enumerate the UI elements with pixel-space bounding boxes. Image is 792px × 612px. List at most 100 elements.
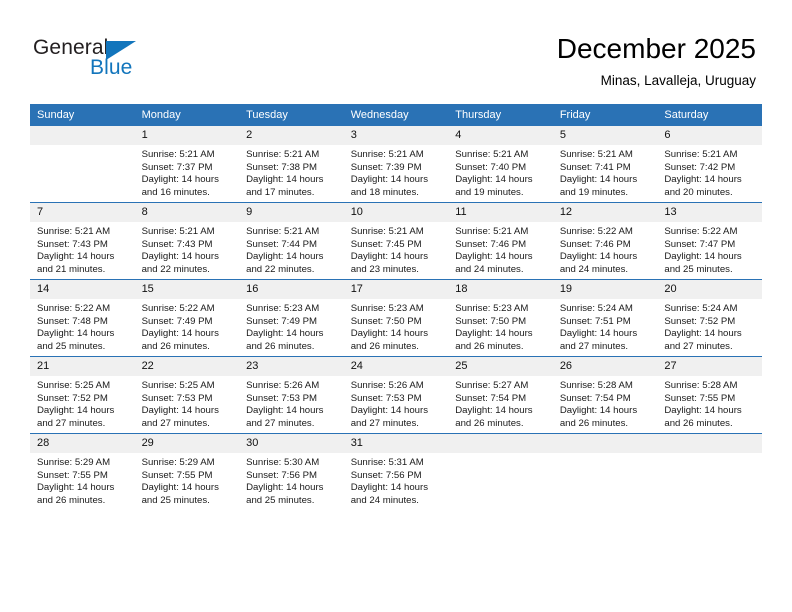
day-number: 26 [552,357,658,376]
calendar-day-cell[interactable]: 21 Sunrise: 5:25 AM Sunset: 7:52 PM Dayli… [30,356,135,434]
calendar-header-row: Sunday Monday Tuesday Wednesday Thursday Frid… [30,104,762,126]
weekday-header-thursday: Thursday [448,104,553,126]
calendar-day-cell[interactable]: 19 Sunrise: 5:24 AM Sunset: 7:51 PM Dayli… [552,279,658,357]
calendar-day-cell[interactable]: 11 Sunrise: 5:21 AM Sunset: 7:46 PM Dayli… [448,202,553,280]
day-number: 29 [134,434,240,453]
day-sun-details: Sunrise: 5:21 AM Sunset: 7:39 PM Dayligh… [350,149,429,198]
calendar-week-row: 21 Sunrise: 5:25 AM Sunset: 7:52 PM Dayli… [30,356,762,434]
calendar-day-cell[interactable]: 24 Sunrise: 5:26 AM Sunset: 7:53 PM Dayli… [343,356,449,434]
calendar-day-cell[interactable]: 12 Sunrise: 5:22 AM Sunset: 7:46 PM Dayli… [552,202,658,280]
day-number: 13 [657,203,762,222]
calendar-day-cell[interactable]: 28 Sunrise: 5:29 AM Sunset: 7:55 PM Dayli… [30,433,135,510]
day-sun-details: Sunrise: 5:21 AM Sunset: 7:41 PM Dayligh… [559,149,638,198]
page-title: December 2025 [556,33,756,64]
day-number: 2 [239,126,344,145]
calendar-day-cell[interactable]: 3 Sunrise: 5:21 AM Sunset: 7:39 PM Daylig… [343,126,449,203]
day-number: 23 [239,357,344,376]
day-number: 9 [239,203,344,222]
day-sun-details: Sunrise: 5:21 AM Sunset: 7:45 PM Dayligh… [350,226,429,275]
calendar-day-cell[interactable]: 15 Sunrise: 5:22 AM Sunset: 7:49 PM Dayli… [134,279,240,357]
calendar-day-cell[interactable]: 2 Sunrise: 5:21 AM Sunset: 7:38 PM Daylig… [239,126,344,203]
calendar-day-cell[interactable]: 1 Sunrise: 5:21 AM Sunset: 7:37 PM Daylig… [134,126,240,203]
calendar-grid: Sunday Monday Tuesday Wednesday Thursday Frid… [30,104,762,510]
day-sun-details: Sunrise: 5:28 AM Sunset: 7:54 PM Dayligh… [559,380,638,429]
calendar-day-cell[interactable]: 25 Sunrise: 5:27 AM Sunset: 7:54 PM Dayli… [448,356,553,434]
title-block: December 2025 Minas, Lavalleja, Uruguay [557,32,756,90]
calendar-day-cell[interactable]: 22 Sunrise: 5:25 AM Sunset: 7:53 PM Dayli… [134,356,240,434]
day-sun-details: Sunrise: 5:24 AM Sunset: 7:51 PM Dayligh… [559,303,638,352]
day-sun-details: Sunrise: 5:21 AM Sunset: 7:43 PM Dayligh… [37,226,115,275]
calendar-day-cell[interactable]: 9 Sunrise: 5:21 AM Sunset: 7:44 PM Daylig… [239,202,344,280]
day-sun-details: Sunrise: 5:23 AM Sunset: 7:50 PM Dayligh… [455,303,533,352]
calendar-day-cell[interactable]: 7 Sunrise: 5:21 AM Sunset: 7:43 PM Daylig… [30,202,135,280]
day-sun-details: Sunrise: 5:21 AM Sunset: 7:43 PM Dayligh… [141,226,219,275]
general-blue-logo[interactable]: General Blue [33,36,183,86]
day-number: 10 [343,203,449,222]
day-sun-details: Sunrise: 5:30 AM Sunset: 7:56 PM Dayligh… [246,457,324,506]
day-number: 20 [657,280,762,299]
day-sun-details: Sunrise: 5:28 AM Sunset: 7:55 PM Dayligh… [664,380,742,429]
day-number: 21 [30,357,135,376]
day-sun-details [30,145,135,149]
day-number: 8 [134,203,240,222]
weekday-header-monday: Monday [134,104,240,126]
day-number: 5 [552,126,658,145]
weekday-header-wednesday: Wednesday [343,104,449,126]
calendar-day-cell[interactable]: 13 Sunrise: 5:22 AM Sunset: 7:47 PM Dayli… [657,202,762,280]
day-sun-details: Sunrise: 5:21 AM Sunset: 7:46 PM Dayligh… [455,226,533,275]
day-number: 31 [343,434,449,453]
calendar-day-cell[interactable]: 16 Sunrise: 5:23 AM Sunset: 7:49 PM Dayli… [239,279,344,357]
day-sun-details: Sunrise: 5:23 AM Sunset: 7:49 PM Dayligh… [246,303,324,352]
calendar-day-cell[interactable]: 29 Sunrise: 5:29 AM Sunset: 7:55 PM Dayli… [134,433,240,510]
calendar-page: General Blue December 2025 Minas, Lavall… [0,0,792,612]
day-sun-details: Sunrise: 5:22 AM Sunset: 7:47 PM Dayligh… [664,226,742,275]
calendar-day-cell[interactable]: 18 Sunrise: 5:23 AM Sunset: 7:50 PM Dayli… [448,279,553,357]
day-number: 3 [343,126,449,145]
day-sun-details: Sunrise: 5:22 AM Sunset: 7:46 PM Dayligh… [559,226,638,275]
day-number [657,434,762,453]
day-number: 19 [552,280,658,299]
calendar-day-cell-empty [448,433,553,510]
calendar-day-cell-empty [30,126,135,203]
weekday-headers: Sunday Monday Tuesday Wednesday Thursday Frid… [30,104,762,126]
logo-text-blue: Blue [90,56,133,79]
day-sun-details: Sunrise: 5:25 AM Sunset: 7:52 PM Dayligh… [37,380,115,429]
day-number: 16 [239,280,344,299]
calendar-day-cell[interactable]: 27 Sunrise: 5:28 AM Sunset: 7:55 PM Dayli… [657,356,762,434]
calendar-day-cell[interactable]: 4 Sunrise: 5:21 AM Sunset: 7:40 PM Daylig… [448,126,553,203]
day-sun-details: Sunrise: 5:23 AM Sunset: 7:50 PM Dayligh… [350,303,429,352]
day-sun-details: Sunrise: 5:26 AM Sunset: 7:53 PM Dayligh… [350,380,429,429]
day-sun-details: Sunrise: 5:29 AM Sunset: 7:55 PM Dayligh… [37,457,115,506]
day-sun-details: Sunrise: 5:24 AM Sunset: 7:52 PM Dayligh… [664,303,742,352]
calendar-day-cell[interactable]: 23 Sunrise: 5:26 AM Sunset: 7:53 PM Dayli… [239,356,344,434]
day-sun-details [657,453,762,457]
day-number: 6 [657,126,762,145]
day-sun-details: Sunrise: 5:31 AM Sunset: 7:56 PM Dayligh… [350,457,429,506]
calendar-body: 1 Sunrise: 5:21 AM Sunset: 7:37 PM Daylig… [30,126,762,510]
day-number: 25 [448,357,553,376]
page-subtitle: Minas, Lavalleja, Uruguay [600,73,756,88]
calendar-day-cell[interactable]: 30 Sunrise: 5:30 AM Sunset: 7:56 PM Dayli… [239,433,344,510]
calendar-week-row: 14 Sunrise: 5:22 AM Sunset: 7:48 PM Dayli… [30,279,762,357]
calendar-day-cell[interactable]: 26 Sunrise: 5:28 AM Sunset: 7:54 PM Dayli… [552,356,658,434]
day-sun-details: Sunrise: 5:22 AM Sunset: 7:48 PM Dayligh… [37,303,115,352]
calendar-day-cell[interactable]: 14 Sunrise: 5:22 AM Sunset: 7:48 PM Dayli… [30,279,135,357]
day-number: 24 [343,357,449,376]
page-header: General Blue December 2025 Minas, Lavall… [0,0,792,104]
day-sun-details: Sunrise: 5:22 AM Sunset: 7:49 PM Dayligh… [141,303,219,352]
day-number: 15 [134,280,240,299]
calendar-day-cell[interactable]: 8 Sunrise: 5:21 AM Sunset: 7:43 PM Daylig… [134,202,240,280]
calendar-day-cell[interactable]: 17 Sunrise: 5:23 AM Sunset: 7:50 PM Dayli… [343,279,449,357]
day-number: 30 [239,434,344,453]
calendar-day-cell-empty [552,433,658,510]
calendar-day-cell[interactable]: 6 Sunrise: 5:21 AM Sunset: 7:42 PM Daylig… [657,126,762,203]
calendar-day-cell[interactable]: 5 Sunrise: 5:21 AM Sunset: 7:41 PM Daylig… [552,126,658,203]
calendar-day-cell[interactable]: 31 Sunrise: 5:31 AM Sunset: 7:56 PM Dayli… [343,433,449,510]
calendar-week-row: 1 Sunrise: 5:21 AM Sunset: 7:37 PM Daylig… [30,126,762,203]
day-sun-details: Sunrise: 5:27 AM Sunset: 7:54 PM Dayligh… [455,380,533,429]
calendar-week-row: 7 Sunrise: 5:21 AM Sunset: 7:43 PM Daylig… [30,202,762,280]
calendar-day-cell[interactable]: 10 Sunrise: 5:21 AM Sunset: 7:45 PM Dayli… [343,202,449,280]
weekday-header-friday: Friday [552,104,658,126]
day-number: 7 [30,203,135,222]
calendar-day-cell[interactable]: 20 Sunrise: 5:24 AM Sunset: 7:52 PM Dayli… [657,279,762,357]
